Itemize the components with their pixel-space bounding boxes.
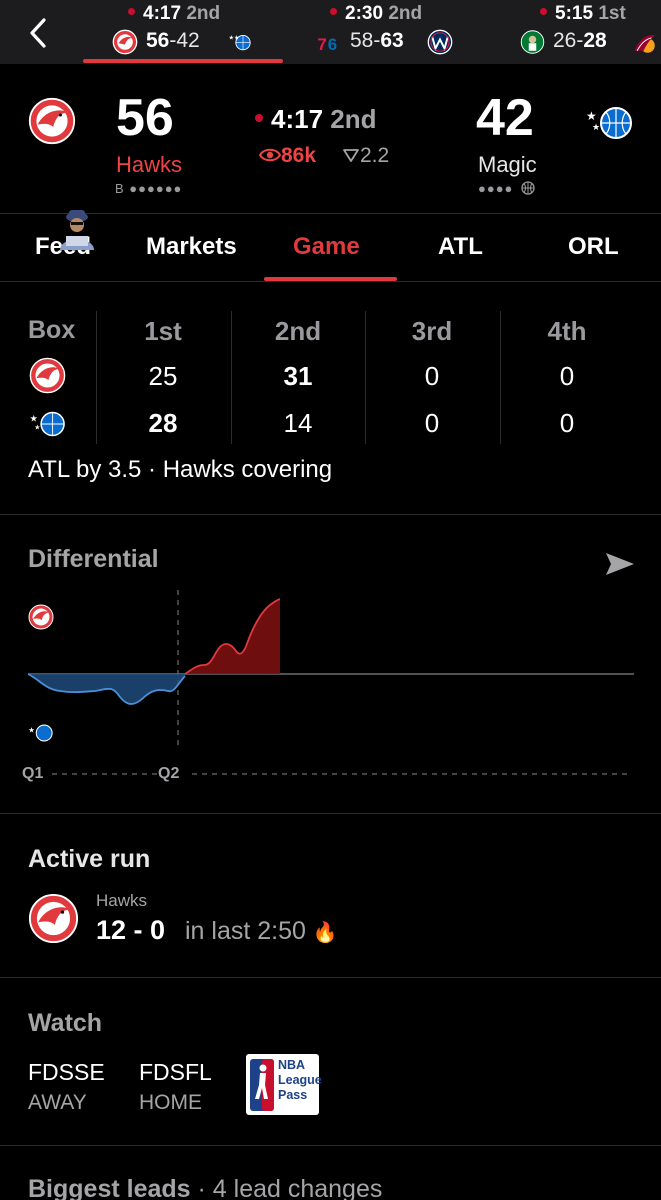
hawks-logo xyxy=(112,29,138,55)
tab-markets[interactable]: Markets xyxy=(146,233,237,261)
quarter-label-q2: Q2 xyxy=(158,765,180,782)
magic-logo: ★ ★ xyxy=(30,411,65,437)
box-header-q3: 3rd xyxy=(411,316,453,346)
away-score: 56 xyxy=(116,89,174,147)
box-header-q1: 1st xyxy=(144,316,182,346)
run-description: in last 2:50 🔥 xyxy=(185,917,338,945)
network-role: AWAY xyxy=(28,1091,87,1114)
box-cell-orl-q4: 0 xyxy=(559,408,575,438)
ticker-game-3-status: 5:15 1st xyxy=(540,3,626,25)
box-cell-atl-q4: 0 xyxy=(559,361,575,391)
svg-text:7: 7 xyxy=(317,35,326,54)
celtics-logo xyxy=(520,30,545,54)
column-divider xyxy=(365,311,366,444)
run-score: 12 - 0 xyxy=(96,915,166,945)
spread-value: 2.2 xyxy=(342,144,389,168)
live-dot xyxy=(330,8,337,15)
svg-text:★★: ★★ xyxy=(229,35,240,42)
ticker-game-1[interactable]: 4:17 2nd 56-42 ★★ xyxy=(0,0,290,64)
tab-orl[interactable]: ORL xyxy=(568,233,619,261)
active-run-title: Active run xyxy=(28,845,151,873)
box-cell-atl-q3: 0 xyxy=(424,361,440,391)
home-team-name: Magic xyxy=(478,152,537,177)
home-timeouts: ●●●● xyxy=(478,181,535,196)
divider xyxy=(0,281,661,282)
quarter-label-q1: Q1 xyxy=(22,765,44,782)
possession-basketball-icon xyxy=(521,181,535,195)
wizards-logo xyxy=(427,29,453,55)
76ers-logo: 7 6 xyxy=(317,35,337,54)
spread-status-note: ATL by 3.5 · Hawks covering xyxy=(28,456,333,483)
tab-game[interactable]: Game xyxy=(293,233,360,261)
box-header-label: Box xyxy=(28,316,76,344)
ticker-game-3-score: 26-28 xyxy=(553,29,607,52)
svg-text:6: 6 xyxy=(328,35,337,54)
ticker-game-2-status: 2:30 2nd xyxy=(330,3,422,25)
nba-league-pass-button[interactable]: NBA League Pass xyxy=(246,1054,322,1115)
magic-logo: ★ xyxy=(28,724,53,742)
box-cell-orl-q3: 0 xyxy=(424,408,440,438)
run-team-name: Hawks xyxy=(96,891,148,910)
box-cell-orl-q1: 28 xyxy=(148,408,178,438)
ticker-game-2-score: 58-63 xyxy=(350,29,404,52)
hawks-logo xyxy=(28,604,54,630)
divider xyxy=(0,977,661,978)
box-cell-orl-q2: 14 xyxy=(283,408,313,438)
share-icon[interactable] xyxy=(604,550,636,578)
ticker-selected-indicator xyxy=(83,59,283,63)
svg-text:★: ★ xyxy=(34,423,40,431)
live-dot xyxy=(255,114,263,122)
differential-title: Differential xyxy=(28,545,159,573)
eye-icon xyxy=(258,148,282,162)
column-divider xyxy=(96,311,97,444)
ticker-game-1-score: 56-42 xyxy=(146,29,200,52)
ticker-game-2[interactable]: 2:30 2nd 7 6 58-63 xyxy=(300,0,470,64)
game-clock: 4:17 2nd xyxy=(255,104,377,135)
svg-text:★: ★ xyxy=(586,109,597,123)
magic-logo[interactable]: ★ ★ xyxy=(586,106,634,140)
network-name: FDSFL xyxy=(139,1059,212,1085)
hawks-logo[interactable] xyxy=(28,97,76,145)
ticker-game-3[interactable]: 5:15 1st 26-28 xyxy=(505,0,661,64)
box-header-q4: 4th xyxy=(547,316,587,346)
hawks-logo xyxy=(28,893,79,944)
biggest-leads-title: Biggest leads · 4 lead changes xyxy=(28,1175,383,1200)
ticker-game-1-status: 4:17 2nd xyxy=(128,3,220,25)
watch-title: Watch xyxy=(28,1009,103,1037)
box-cell-atl-q1: 25 xyxy=(148,361,178,391)
viewer-count: 86k xyxy=(258,144,316,168)
hawks-lead-area xyxy=(185,599,280,674)
game-ticker: 4:17 2nd 56-42 ★★ 2:30 2nd 7 6 58-63 5:1… xyxy=(0,0,661,64)
user-avatar[interactable] xyxy=(52,208,102,250)
svg-text:★: ★ xyxy=(28,725,35,734)
tab-atl[interactable]: ATL xyxy=(438,233,483,261)
away-team-name: Hawks xyxy=(116,152,183,177)
divider xyxy=(0,813,661,814)
league-pass-label: NBA League Pass xyxy=(278,1058,322,1102)
network-name: FDSSE xyxy=(28,1059,105,1085)
magic-logo: ★★ xyxy=(229,35,251,51)
live-dot xyxy=(540,8,547,15)
home-score: 42 xyxy=(476,89,534,147)
nba-logo-icon xyxy=(250,1059,274,1111)
box-cell-atl-q2: 31 xyxy=(283,361,313,391)
hawks-logo xyxy=(29,357,66,394)
away-timeouts: B ●●●●●● xyxy=(115,181,183,196)
heat-logo xyxy=(634,34,656,53)
fire-icon: 🔥 xyxy=(312,920,338,944)
differential-chart xyxy=(27,590,634,775)
column-divider xyxy=(231,311,232,444)
svg-text:★: ★ xyxy=(592,123,600,133)
box-header-q2: 2nd xyxy=(274,316,322,346)
divider xyxy=(0,514,661,515)
network-role: HOME xyxy=(139,1091,202,1114)
live-dot xyxy=(128,8,135,15)
column-divider xyxy=(500,311,501,444)
line-movement-icon xyxy=(343,149,359,162)
divider xyxy=(0,1145,661,1146)
